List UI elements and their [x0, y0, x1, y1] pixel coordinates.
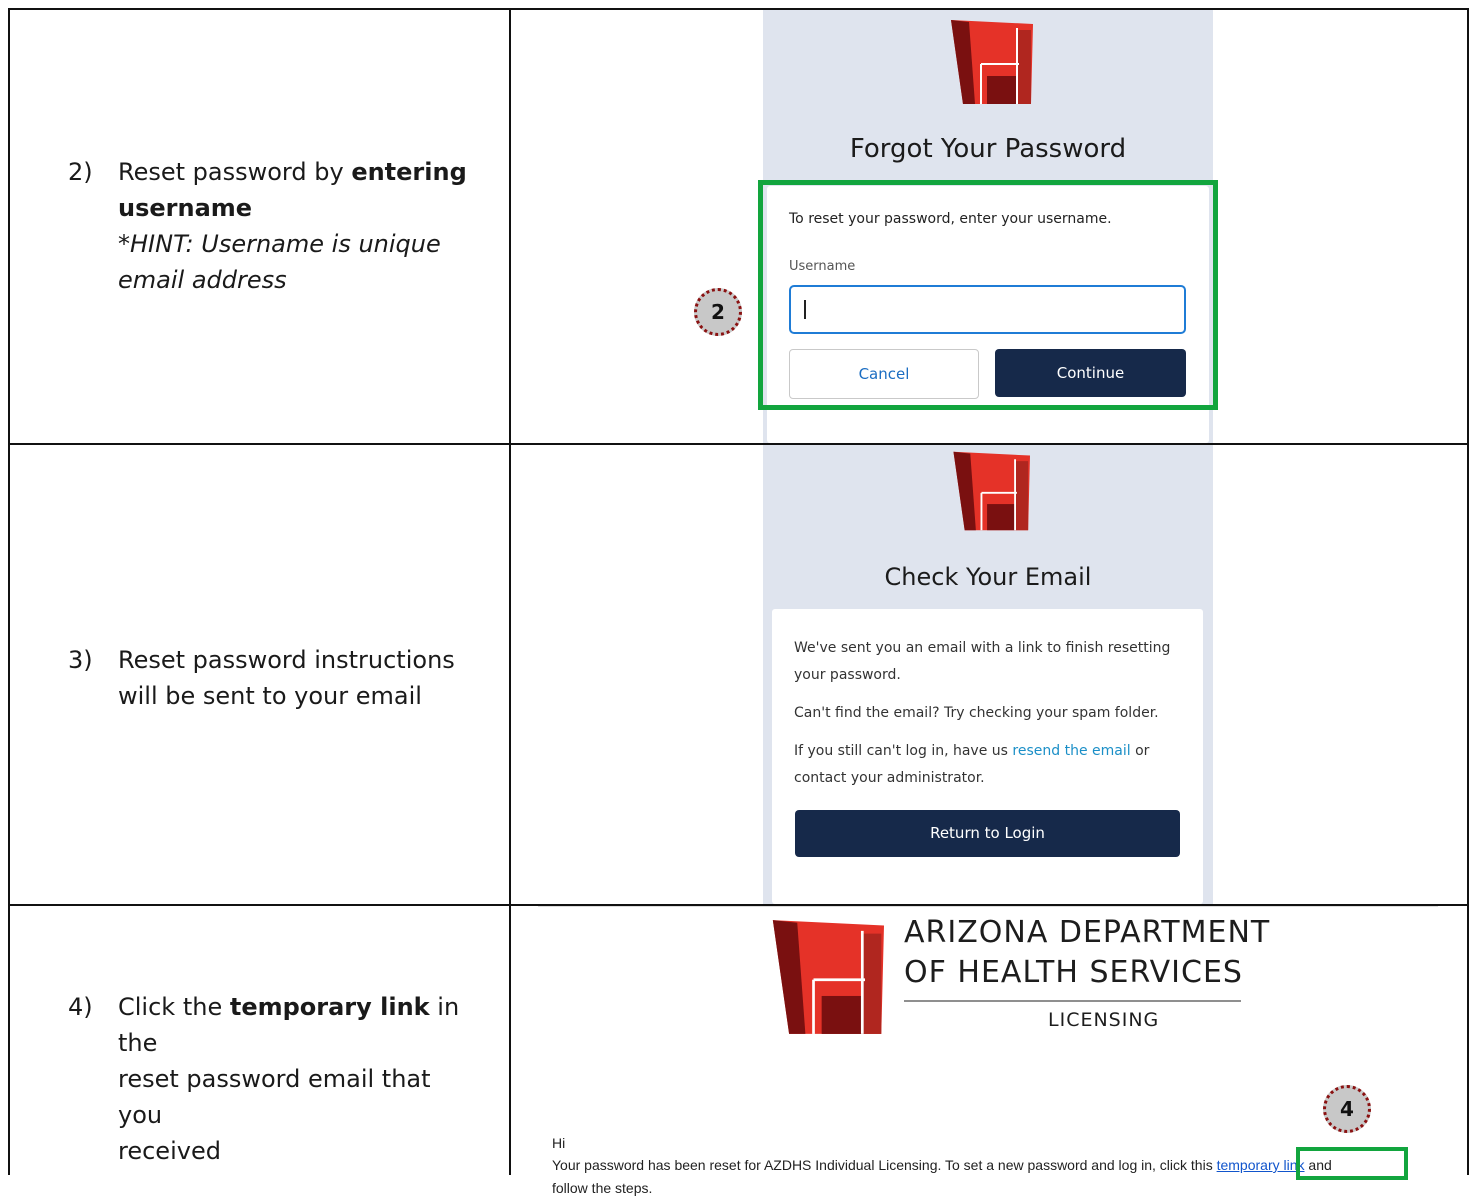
org-name-line2: OF HEALTH SERVICES	[904, 955, 1243, 990]
text-caret	[804, 300, 806, 319]
step-number: 4)	[68, 993, 93, 1021]
table-border-top	[8, 8, 1469, 10]
step-4-instruction: 4) Click the temporary link in the reset…	[68, 989, 498, 1165]
return-to-login-button[interactable]: Return to Login	[795, 810, 1180, 857]
page-title: Check Your Email	[884, 563, 1092, 591]
continue-button[interactable]: Continue	[995, 349, 1186, 397]
resend-email-link[interactable]: resend the email	[1012, 743, 1130, 759]
step-badge: 2	[694, 288, 742, 336]
cancel-button[interactable]: Cancel	[789, 349, 979, 399]
step-number: 3)	[68, 646, 93, 674]
table-column-divider	[509, 8, 511, 1175]
email-screenshot: ARIZONA DEPARTMENT OF HEALTH SERVICES LI…	[538, 906, 1438, 1176]
org-subtitle: LICENSING	[1048, 1009, 1160, 1031]
azdhs-logo-icon	[772, 920, 884, 1034]
azdhs-logo-icon	[953, 451, 1030, 531]
step-badge: 4	[1323, 1085, 1371, 1133]
username-label: Username	[789, 259, 856, 274]
check-email-screenshot: Check Your Email We've sent you an email…	[763, 445, 1213, 904]
table-border-right	[1467, 8, 1469, 1175]
link-highlight-box	[1296, 1147, 1408, 1180]
username-input[interactable]	[789, 285, 1186, 334]
form-instruction: To reset your password, enter your usern…	[789, 211, 1112, 227]
message-line: We've sent you an email with a link to f…	[794, 640, 1171, 656]
temporary-link[interactable]: temporary link	[1217, 1157, 1305, 1173]
message-line: Can't find the email? Try checking your …	[794, 705, 1159, 721]
email-greeting: Hi	[552, 1135, 566, 1151]
azdhs-logo-icon	[951, 20, 1033, 104]
table-border-left	[8, 8, 10, 1175]
step-number: 2)	[68, 158, 93, 186]
org-name-line1: ARIZONA DEPARTMENT	[904, 915, 1271, 950]
table-row-divider	[8, 443, 1469, 445]
step-2-instruction: 2) Reset password by entering username *…	[68, 154, 488, 304]
message-line: your password.	[794, 667, 901, 683]
page-title: Forgot Your Password	[849, 134, 1127, 164]
email-body: Your password has been reset for AZDHS I…	[552, 1157, 1332, 1173]
step-3-instruction: 3) Reset password instructions will be s…	[68, 642, 488, 722]
message-card: We've sent you an email with a link to f…	[772, 609, 1203, 904]
org-divider	[904, 1000, 1241, 1002]
email-body-line2: follow the steps.	[552, 1180, 653, 1196]
